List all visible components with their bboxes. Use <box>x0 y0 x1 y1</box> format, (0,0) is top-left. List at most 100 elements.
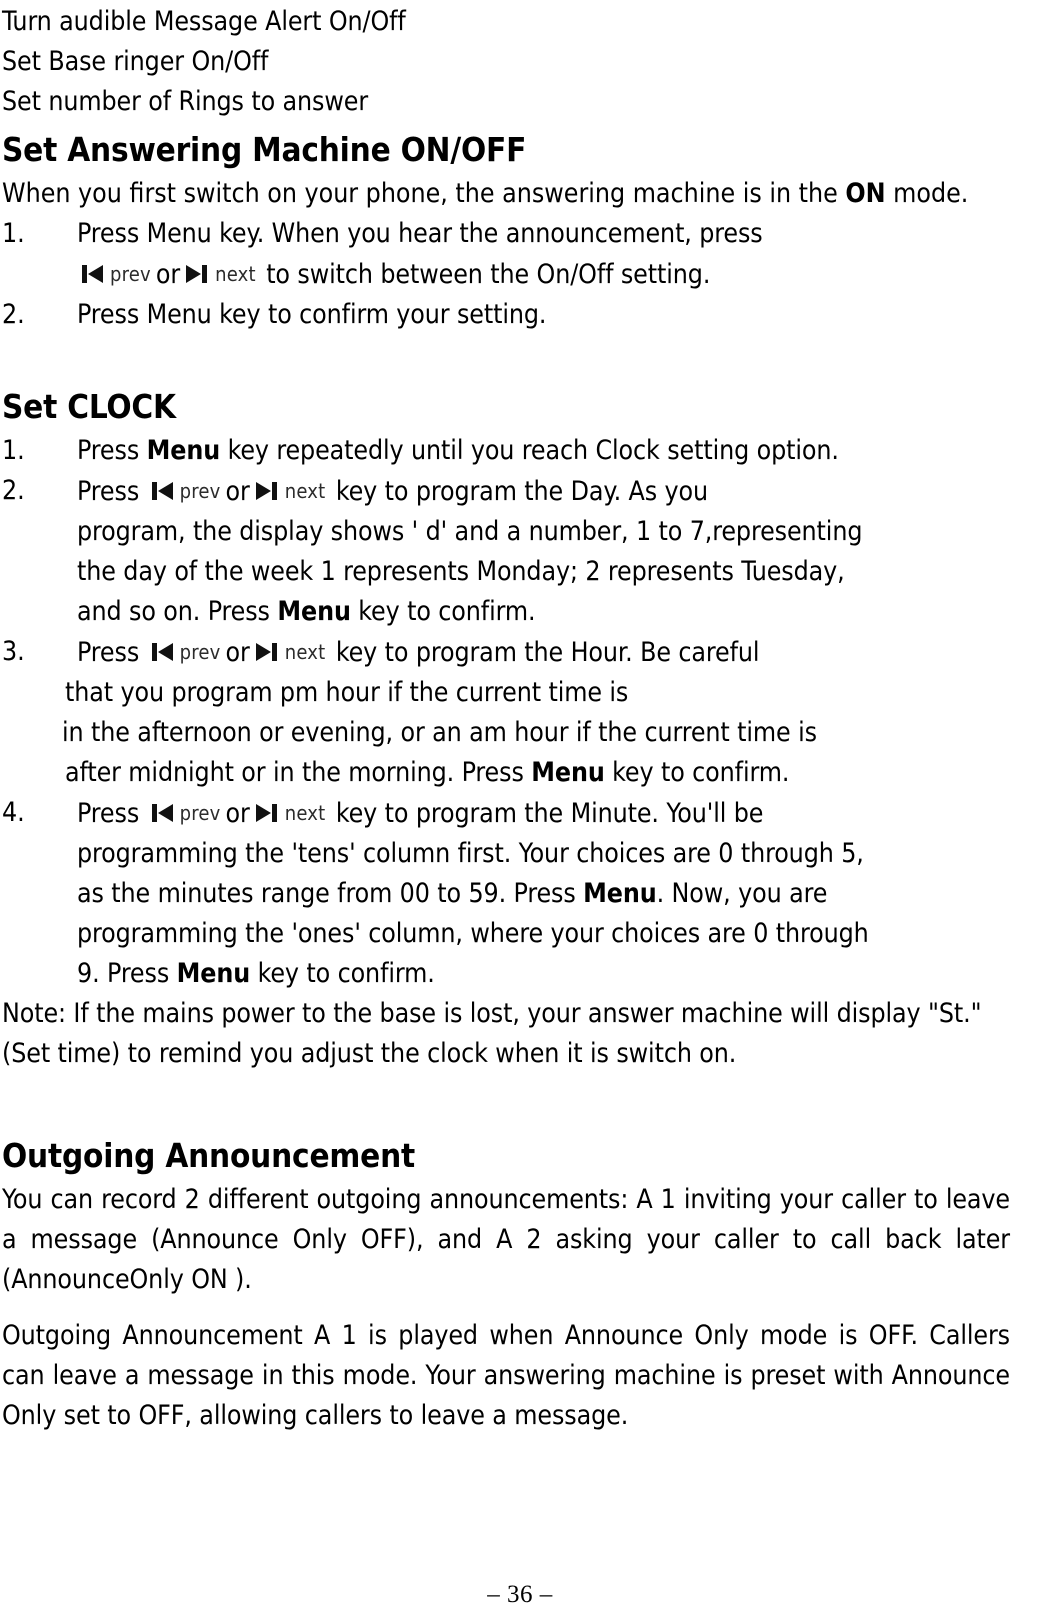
feature-line: Set number of Rings to answer <box>2 86 369 117</box>
next-key-label: next <box>284 479 326 503</box>
next-key-reference: next <box>182 254 259 295</box>
step-text-part: key repeatedly until you reach Clock set… <box>220 435 839 466</box>
intro-bold-on: ON <box>845 178 886 209</box>
step-text-part: Press <box>77 637 147 668</box>
prev-key-label: prev <box>179 801 221 825</box>
step-item: 4. Press prev or next key to program the M… <box>2 793 1010 994</box>
step-text-part: Press <box>77 476 147 507</box>
answering-machine-intro: When you first switch on your phone, the… <box>2 174 1010 214</box>
step-text-line2: prev or next to switch between the On/Off … <box>77 254 1010 295</box>
step-text-part: Press <box>77 435 147 466</box>
step-text: Press Menu key to confirm your setting. <box>77 299 547 330</box>
next-key-reference: next <box>252 471 329 512</box>
menu-keyword: Menu <box>277 596 351 627</box>
step-number: 3. <box>2 636 25 667</box>
step-number: 4. <box>2 797 25 828</box>
skip-next-icon <box>254 800 280 826</box>
next-key-label: next <box>284 640 326 664</box>
skip-next-icon <box>184 261 210 287</box>
manual-page: Turn audible Message Alert On/Off Set Ba… <box>0 0 1040 1623</box>
answering-machine-steps: 1. Press Menu key. When you hear the ann… <box>2 214 1010 335</box>
next-key-label: next <box>284 801 326 825</box>
step-text-part: key to confirm. <box>250 958 435 989</box>
section-heading-answering-machine: Set Answering Machine ON/OFF <box>2 130 527 169</box>
prev-key-label: prev <box>179 640 221 664</box>
feature-line: Turn audible Message Alert On/Off <box>2 6 406 37</box>
prev-key-reference: prev <box>147 632 224 673</box>
step-text-part: . Now, you are <box>656 878 828 909</box>
or-separator: or <box>155 259 181 290</box>
skip-previous-icon <box>149 478 175 504</box>
step-text-line4: and so on. Press Menu key to confirm. <box>77 592 1010 632</box>
step-item: 2. Press prev or next key to program the D… <box>2 471 1010 632</box>
step-text-line1: Press prev or next key to program the Minu… <box>77 793 1010 834</box>
step-text-part: key to program the Day. As you <box>328 476 709 507</box>
section-heading-set-clock: Set CLOCK <box>2 387 176 426</box>
step-text-after-keys: to switch between the On/Off setting. <box>258 259 711 290</box>
set-clock-steps: 1. Press Menu key repeatedly until you r… <box>2 431 1010 994</box>
step-number: 2. <box>2 299 25 330</box>
section-heading-outgoing-announcement: Outgoing Announcement <box>2 1136 416 1175</box>
intro-text-before: When you first switch on your phone, the… <box>2 178 846 209</box>
step-text-line2: program, the display shows ' d' and a nu… <box>77 516 863 547</box>
step-item: 2. Press Menu key to confirm your settin… <box>2 295 1010 335</box>
next-key-reference: next <box>252 632 329 673</box>
step-item: 1. Press Menu key repeatedly until you r… <box>2 431 1010 471</box>
step-number: 2. <box>2 475 25 506</box>
menu-keyword: Menu <box>176 958 251 989</box>
top-feature-list: Turn audible Message Alert On/Off Set Ba… <box>2 2 1010 122</box>
prev-key-reference: prev <box>77 254 154 295</box>
step-text-part: key to confirm. <box>604 757 790 788</box>
feature-line: Set Base ringer On/Off <box>2 46 269 77</box>
step-text-part: key to confirm. <box>350 596 536 627</box>
menu-keyword: Menu <box>583 878 657 909</box>
step-text-line4: programming the 'ones' column, where you… <box>77 918 869 949</box>
step-text-line4: after midnight or in the morning. Press … <box>65 753 1010 793</box>
step-text: Press Menu key repeatedly until you reac… <box>77 431 1010 471</box>
prev-key-label: prev <box>179 479 221 503</box>
menu-keyword: Menu <box>531 757 605 788</box>
or-separator: or <box>225 476 250 507</box>
step-text-line1: Press prev or next key to program the Hour… <box>77 632 1010 673</box>
step-text-part: Press <box>77 798 147 829</box>
outgoing-paragraph: You can record 2 different outgoing anno… <box>2 1184 1010 1295</box>
page-number: – 36 – <box>487 1581 553 1608</box>
step-text-part: as the minutes range from 00 to 59. Pres… <box>77 878 584 909</box>
skip-next-icon <box>254 639 280 665</box>
skip-previous-icon <box>149 639 175 665</box>
step-text-line3: in the afternoon or evening, or an am ho… <box>62 717 817 748</box>
step-text-part: key to program the Hour. Be careful <box>328 637 760 668</box>
step-text-line2: programming the 'tens' column first. You… <box>77 838 864 869</box>
or-separator: or <box>225 637 250 668</box>
clock-note: Note: If the mains power to the base is … <box>2 998 982 1069</box>
skip-next-icon <box>254 478 280 504</box>
step-text-part: key to program the Minute. You'll be <box>328 798 764 829</box>
next-key-reference: next <box>252 793 329 834</box>
step-text-line3: the day of the week 1 represents Monday;… <box>77 556 845 587</box>
step-text-part: after midnight or in the morning. Press <box>65 757 532 788</box>
skip-previous-icon <box>149 800 175 826</box>
step-text-line1: Press Menu key. When you hear the announ… <box>77 218 763 249</box>
prev-key-reference: prev <box>147 793 224 834</box>
or-separator: or <box>225 798 250 829</box>
step-text-line3: as the minutes range from 00 to 59. Pres… <box>77 874 1010 914</box>
step-number: 1. <box>2 435 25 466</box>
step-number: 1. <box>2 218 25 249</box>
step-text-line1: Press prev or next key to program the Day.… <box>77 471 1010 512</box>
skip-previous-icon <box>79 261 105 287</box>
step-text-line2: that you program pm hour if the current … <box>65 677 629 708</box>
step-item: 1. Press Menu key. When you hear the ann… <box>2 214 1010 295</box>
step-text-line5: 9. Press Menu key to confirm. <box>77 954 1010 994</box>
prev-key-reference: prev <box>147 471 224 512</box>
step-text-part: and so on. Press <box>77 596 278 627</box>
page-content: Turn audible Message Alert On/Off Set Ba… <box>2 0 1010 1436</box>
prev-key-label: prev <box>110 262 151 286</box>
intro-text-after: mode. <box>885 178 969 209</box>
next-key-label: next <box>215 262 256 286</box>
step-text-part: 9. Press <box>77 958 177 989</box>
outgoing-paragraph: Outgoing Announcement A 1 is played when… <box>2 1320 1010 1431</box>
menu-keyword: Menu <box>146 435 221 466</box>
